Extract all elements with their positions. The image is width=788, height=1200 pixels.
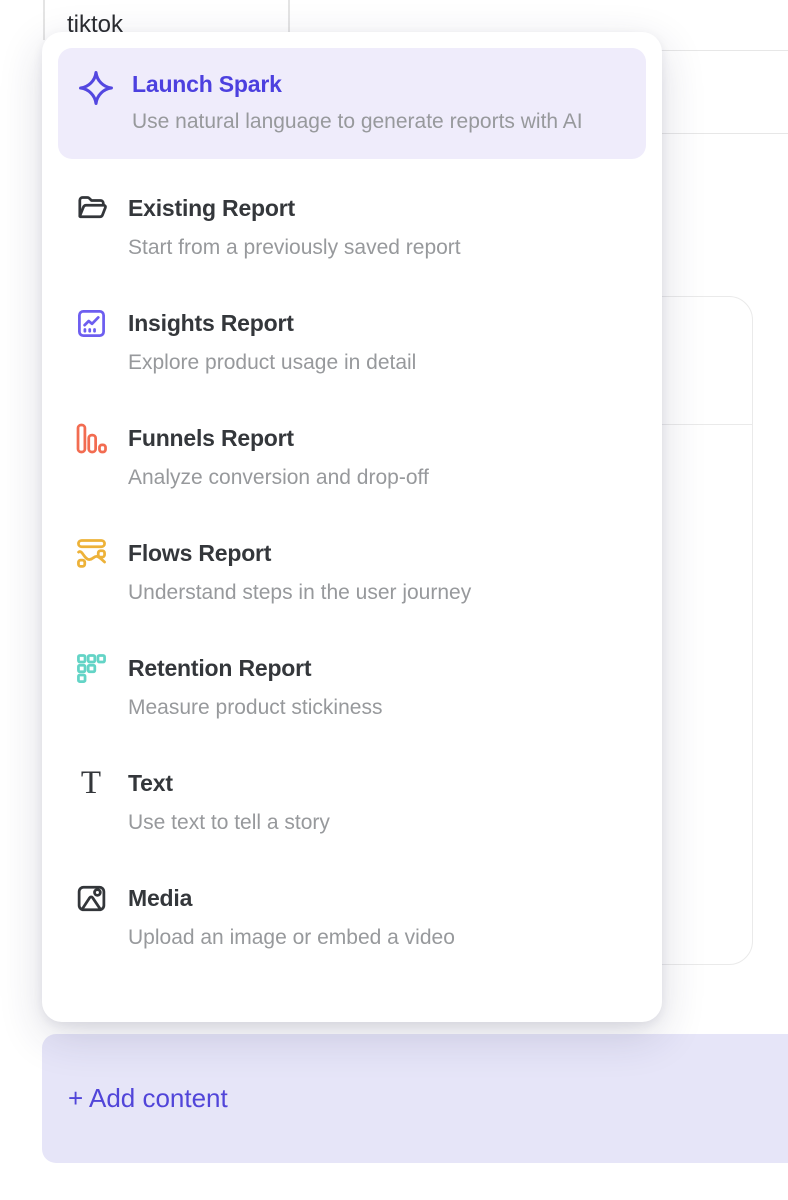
menu-item-description: Start from a previously saved report xyxy=(128,233,461,262)
menu-item-label: Launch Spark xyxy=(132,69,583,99)
menu-item-funnels-report[interactable]: Funnels Report Analyze conversion and dr… xyxy=(58,423,646,492)
menu-item-retention-report[interactable]: Retention Report Measure product stickin… xyxy=(58,653,646,722)
menu-item-label: Insights Report xyxy=(128,308,416,338)
menu-item-description: Understand steps in the user journey xyxy=(128,578,471,607)
menu-item-flows-report[interactable]: Flows Report Understand steps in the use… xyxy=(58,538,646,607)
menu-item-media[interactable]: Media Upload an image or embed a video xyxy=(58,883,646,952)
media-image-icon xyxy=(74,881,108,915)
text-icon: T xyxy=(74,766,108,800)
spark-icon xyxy=(76,71,116,105)
insights-chart-icon xyxy=(74,306,108,340)
add-content-label: + Add content xyxy=(68,1083,228,1114)
menu-item-description: Upload an image or embed a video xyxy=(128,923,455,952)
menu-item-description: Measure product stickiness xyxy=(128,693,382,722)
flows-icon xyxy=(74,536,108,570)
menu-item-text[interactable]: T Text Use text to tell a story xyxy=(58,768,646,837)
menu-item-description: Analyze conversion and drop-off xyxy=(128,463,429,492)
menu-item-label: Media xyxy=(128,883,455,913)
menu-item-label: Text xyxy=(128,768,330,798)
menu-item-label: Funnels Report xyxy=(128,423,429,453)
menu-item-label: Flows Report xyxy=(128,538,471,568)
menu-item-description: Use natural language to generate reports… xyxy=(132,105,583,138)
add-content-button[interactable]: + Add content xyxy=(42,1034,788,1163)
menu-item-launch-spark[interactable]: Launch Spark Use natural language to gen… xyxy=(58,48,646,159)
background-table-row-border xyxy=(656,133,788,134)
folder-icon xyxy=(74,191,108,225)
add-content-menu: Launch Spark Use natural language to gen… xyxy=(42,32,662,1022)
background-table-row-border xyxy=(656,50,788,51)
menu-item-description: Explore product usage in detail xyxy=(128,348,416,377)
retention-grid-icon xyxy=(74,651,108,685)
background-table-column-border xyxy=(43,0,45,40)
menu-item-label: Retention Report xyxy=(128,653,382,683)
menu-item-existing-report[interactable]: Existing Report Start from a previously … xyxy=(58,193,646,262)
menu-item-label: Existing Report xyxy=(128,193,461,223)
menu-item-insights-report[interactable]: Insights Report Explore product usage in… xyxy=(58,308,646,377)
funnel-bars-icon xyxy=(74,421,108,455)
menu-item-description: Use text to tell a story xyxy=(128,808,330,837)
